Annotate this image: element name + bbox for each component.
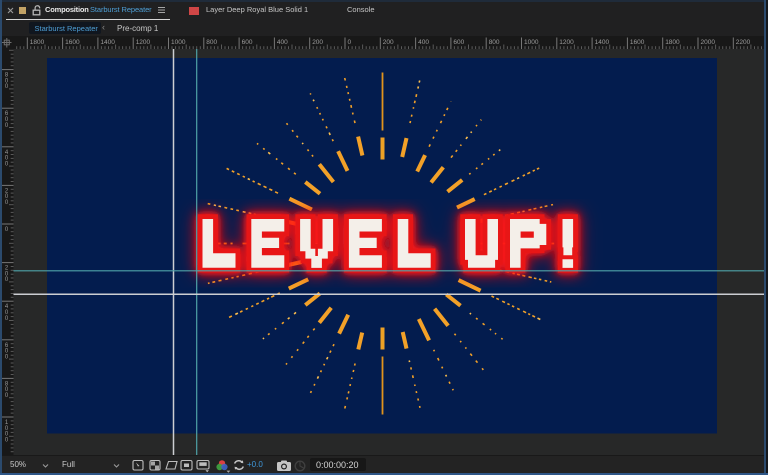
- svg-text:1200: 1200: [559, 39, 574, 46]
- svg-text:2200: 2200: [736, 39, 751, 46]
- svg-text:600: 600: [242, 39, 253, 46]
- svg-text:1800: 1800: [30, 39, 45, 46]
- svg-text:200: 200: [383, 39, 394, 46]
- svg-text:1000: 1000: [171, 39, 186, 46]
- svg-text:2000: 2000: [701, 39, 716, 46]
- svg-text:1600: 1600: [630, 39, 645, 46]
- svg-text:800: 800: [206, 39, 217, 46]
- svg-text:1600: 1600: [65, 39, 80, 46]
- svg-text:400: 400: [418, 39, 429, 46]
- svg-text:0: 0: [348, 39, 352, 46]
- svg-text:1400: 1400: [595, 39, 610, 46]
- svg-text:800: 800: [489, 39, 500, 46]
- svg-text:1000: 1000: [524, 39, 539, 46]
- svg-text:1200: 1200: [136, 39, 151, 46]
- svg-text:400: 400: [277, 39, 288, 46]
- svg-text:200: 200: [312, 39, 323, 46]
- svg-text:600: 600: [453, 39, 464, 46]
- svg-text:1800: 1800: [665, 39, 680, 46]
- svg-text:1400: 1400: [100, 39, 115, 46]
